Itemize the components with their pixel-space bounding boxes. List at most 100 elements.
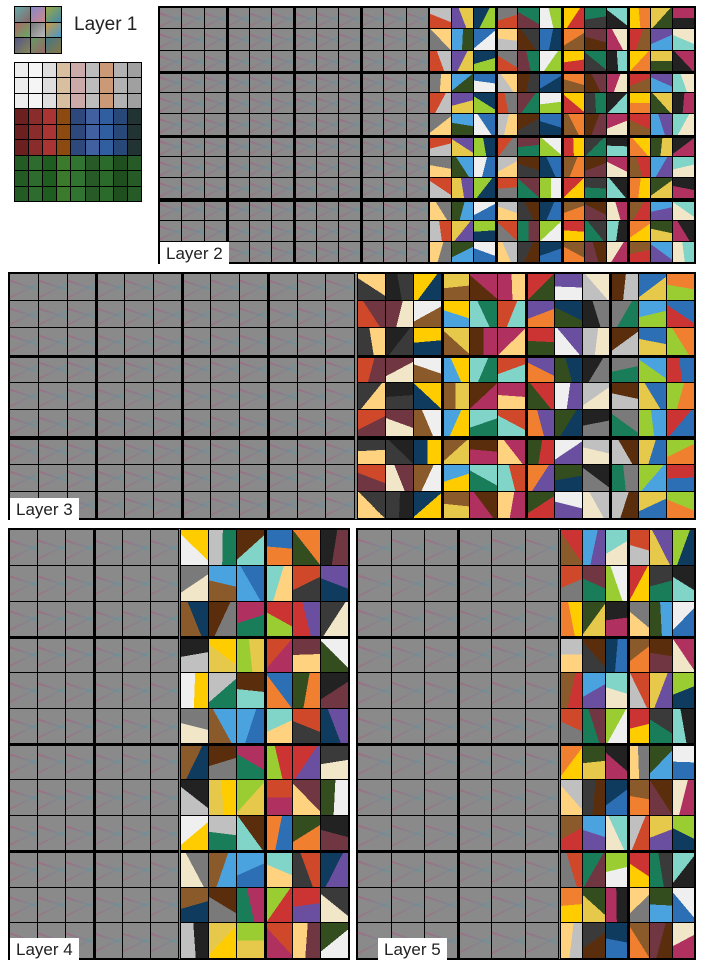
image-patch [606,530,627,565]
feature-cell [38,816,65,851]
layer1-patch [128,140,141,154]
layer1-patch [86,140,99,154]
layer1-patch [29,187,42,201]
feature-cell [425,816,458,851]
image-patch [555,492,582,518]
feature-cell [10,602,37,637]
image-patch [430,114,451,134]
layer2-panel [158,6,696,264]
feature-cell [492,566,525,601]
image-patch [606,780,627,815]
feature-cell [205,199,226,219]
image-patch [358,437,385,463]
image-patch [673,566,694,601]
feature-cell [384,93,405,113]
image-patch [561,637,582,672]
feature-cell [160,199,181,219]
layer1-patch [43,171,56,185]
image-patch [673,709,694,744]
image-patch [386,356,413,382]
image-patch [650,816,671,851]
image-patch [470,383,497,409]
layer1-patch [86,187,99,201]
image-patch [430,136,451,156]
feature-cell [182,157,203,177]
image-patch [321,566,348,601]
feature-cell [211,437,239,463]
image-patch [673,199,694,219]
image-patch [518,29,539,49]
image-patch [496,72,517,92]
image-patch [498,437,525,463]
feature-cell [459,888,492,923]
image-patch [237,816,264,851]
layer1-patch [43,78,56,92]
feature-cell [123,673,150,708]
image-patch [583,745,604,780]
feature-cell [526,637,559,672]
feature-cell [68,383,96,409]
image-patch [585,157,606,177]
image-patch [498,301,525,327]
image-patch [452,242,473,262]
layer1-patch [71,63,84,77]
image-patch [607,72,628,92]
image-patch [321,745,348,780]
layer1-patch [43,187,56,201]
image-patch [583,530,604,565]
image-patch [452,178,473,198]
feature-cell [392,816,425,851]
feature-cell [298,410,326,436]
image-patch [265,530,292,565]
feature-cell [154,465,182,491]
image-patch [358,356,385,382]
layer1-patch [71,78,84,92]
image-patch [667,437,694,463]
feature-cell [384,178,405,198]
image-patch [430,221,451,241]
image-patch [583,780,604,815]
feature-cell [384,136,405,156]
image-patch [563,136,584,156]
image-patch [673,852,694,887]
image-patch [442,492,469,518]
image-patch [563,157,584,177]
image-patch [209,637,236,672]
feature-cell [125,328,153,354]
image-patch [611,328,638,354]
image-patch [498,274,525,300]
feature-cell [298,274,326,300]
feature-cell [269,465,297,491]
feature-cell [250,157,271,177]
feature-cell [39,410,67,436]
feature-cell [240,465,268,491]
image-patch [540,8,561,28]
feature-cell [182,72,203,92]
image-patch [583,816,604,851]
image-patch [628,602,649,637]
feature-cell [38,637,65,672]
image-patch [321,888,348,923]
image-patch [470,410,497,436]
image-patch [583,383,610,409]
image-patch [181,816,208,851]
layer1-patch [71,109,84,123]
layer3-label: Layer 3 [10,498,79,522]
feature-cell [227,8,248,28]
feature-cell [183,301,211,327]
image-patch [651,29,672,49]
feature-cell [317,178,338,198]
image-patch [518,93,539,113]
image-patch [293,888,320,923]
feature-cell [151,602,178,637]
image-patch [527,465,554,491]
image-patch [585,29,606,49]
image-patch [496,221,517,241]
feature-cell [94,673,121,708]
feature-cell [250,136,271,156]
feature-cell [96,492,124,518]
feature-cell [326,410,354,436]
image-patch [555,383,582,409]
image-patch [563,199,584,219]
image-patch [628,709,649,744]
